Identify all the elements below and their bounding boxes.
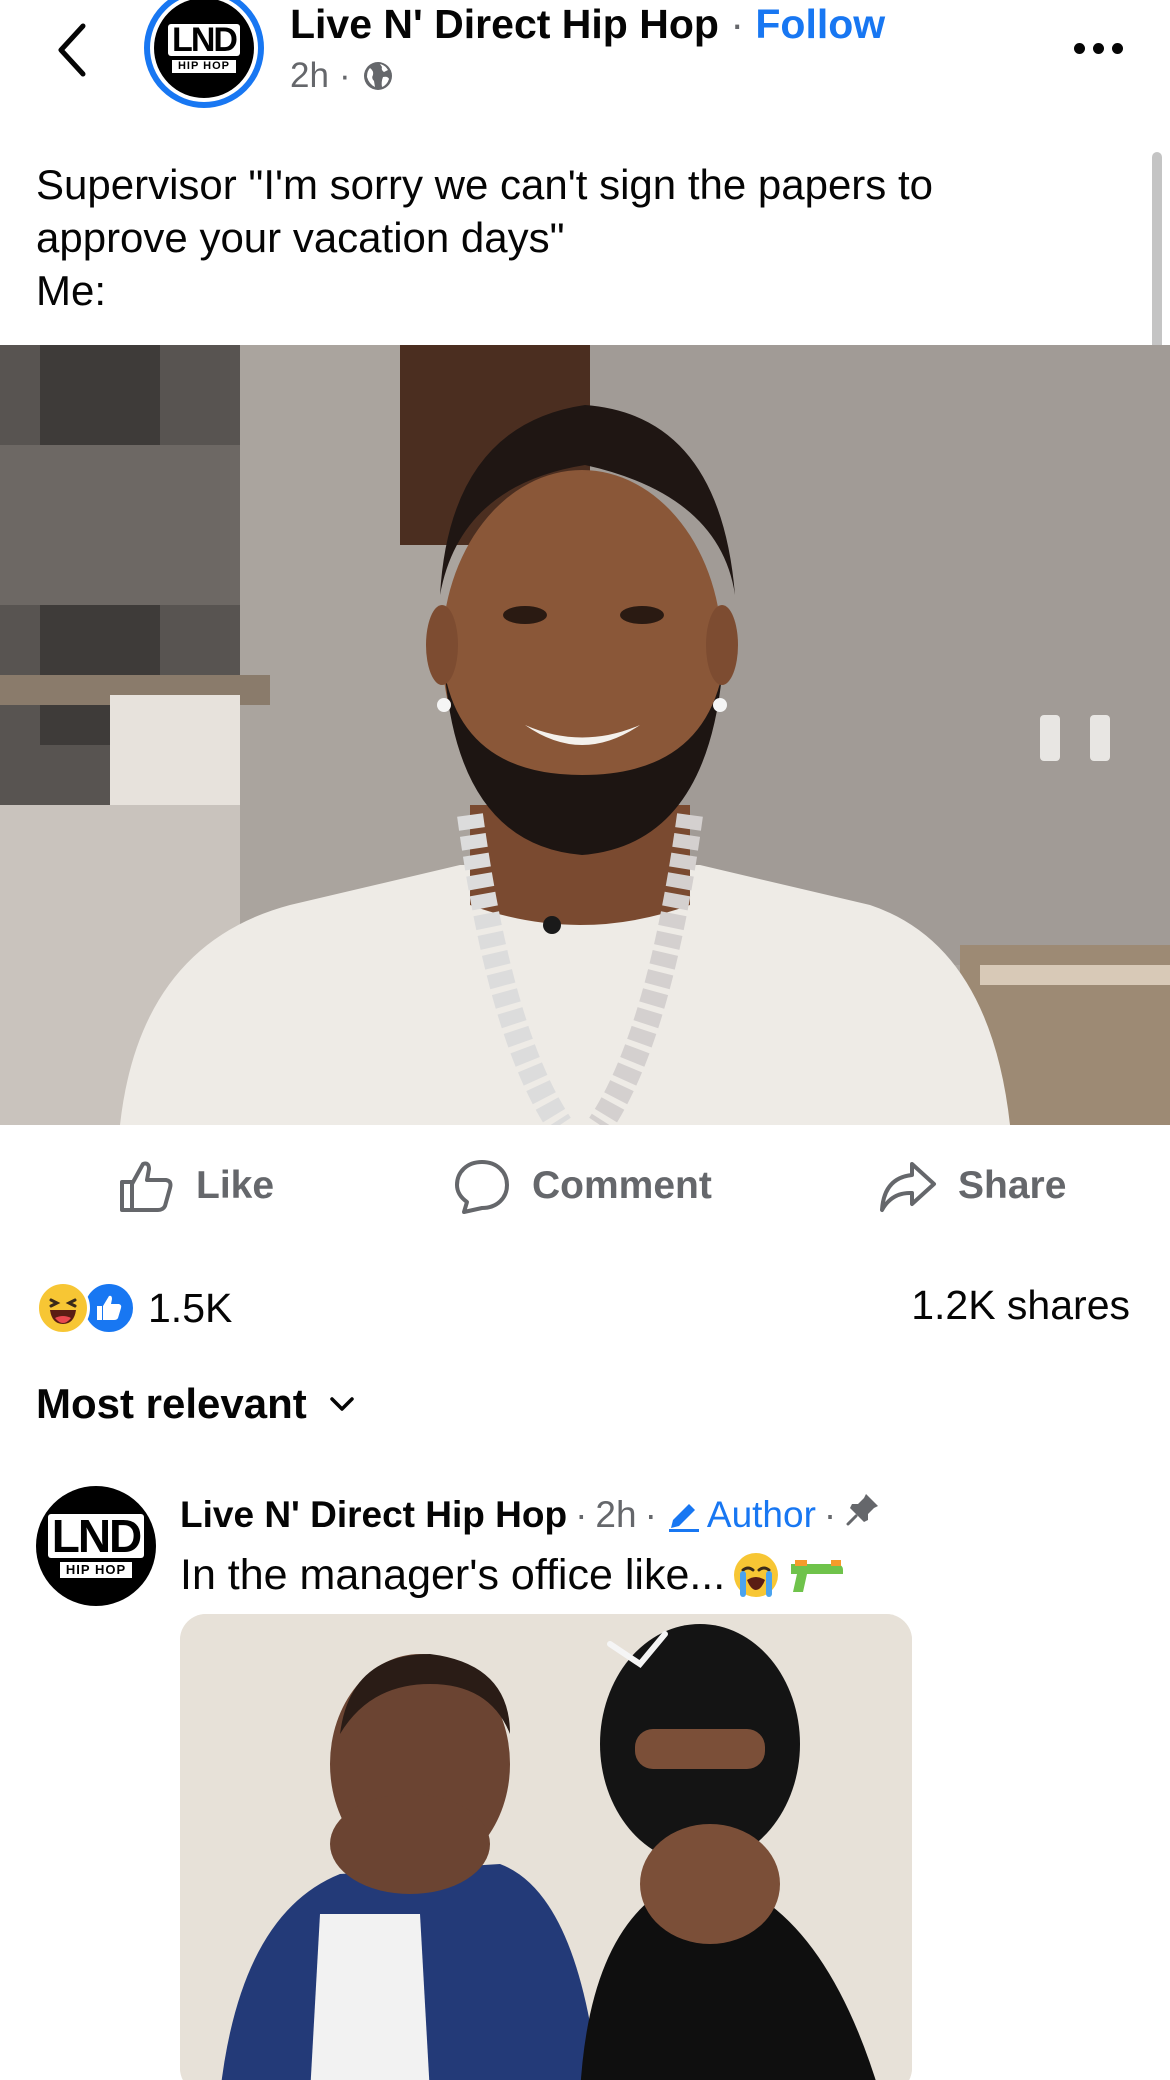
comment-photo-illustration xyxy=(180,1614,912,2080)
comment-text-row: In the manager's office like... xyxy=(180,1550,847,1600)
share-count[interactable]: 1.2K shares xyxy=(911,1282,1130,1329)
share-label: Share xyxy=(958,1164,1067,1207)
like-label: Like xyxy=(196,1164,275,1207)
post-meta: 2h · xyxy=(290,56,395,96)
share-button[interactable]: Share xyxy=(878,1150,1066,1222)
comment-separator: · xyxy=(575,1493,588,1535)
logo-subtext: HIP HOP xyxy=(171,59,237,73)
comment-sort-dropdown[interactable]: Most relevant xyxy=(36,1380,357,1428)
crying-face-emoji xyxy=(734,1553,779,1597)
post-actions: Like Comment Share xyxy=(0,1150,1170,1222)
author-badge: Author xyxy=(665,1492,816,1538)
post-caption: Supervisor "I'm sorry we can't sign the … xyxy=(36,158,1116,317)
page-name[interactable]: Live N' Direct Hip Hop xyxy=(290,1,719,47)
post-header: LND HIP HOP Live N' Direct Hip Hop · Fol… xyxy=(0,0,1170,120)
comment-time: 2h xyxy=(595,1493,637,1535)
comment-label: Comment xyxy=(532,1164,712,1207)
reaction-count: 1.5K xyxy=(148,1284,233,1331)
water-pistol-emoji xyxy=(791,1560,844,1592)
comment-separator: · xyxy=(823,1493,837,1535)
globe-icon xyxy=(363,62,392,90)
comment-bubble-icon xyxy=(455,1160,509,1214)
back-button[interactable] xyxy=(48,14,96,86)
thumbs-up-icon xyxy=(120,1161,173,1212)
like-reaction-icon xyxy=(82,1281,136,1335)
chevron-left-icon xyxy=(58,23,86,77)
post-photo[interactable] xyxy=(0,345,1170,1125)
pin-icon xyxy=(844,1490,882,1539)
page-logo: LND HIP HOP xyxy=(154,0,254,98)
follow-button[interactable]: Follow xyxy=(755,1,885,47)
logo-subtext: HIP HOP xyxy=(59,1562,133,1578)
page-title-row: Live N' Direct Hip Hop · Follow xyxy=(290,2,885,46)
logo-text: LND xyxy=(47,1513,145,1559)
caption-line: Supervisor "I'm sorry we can't sign the … xyxy=(36,161,933,208)
comment-author[interactable]: Live N' Direct Hip Hop xyxy=(180,1492,567,1538)
share-arrow-icon xyxy=(880,1162,936,1212)
more-dots-icon xyxy=(1073,42,1085,54)
comment-header: Live N' Direct Hip Hop · 2h · Author · xyxy=(180,1490,882,1539)
sort-label: Most relevant xyxy=(36,1380,307,1427)
pencil-icon xyxy=(668,1503,699,1532)
meta-separator: · xyxy=(338,56,351,95)
post-time[interactable]: 2h xyxy=(290,56,329,96)
comment-avatar[interactable]: LND HIP HOP xyxy=(36,1486,156,1606)
like-button[interactable]: Like xyxy=(116,1150,274,1222)
author-badge-label: Author xyxy=(706,1493,816,1535)
comment-photo[interactable] xyxy=(180,1614,912,2080)
comment-text: In the manager's office like... xyxy=(180,1550,726,1599)
post-photo-illustration xyxy=(0,345,1170,1125)
haha-icon xyxy=(36,1281,90,1335)
more-options-button[interactable] xyxy=(1068,28,1128,68)
caption-line: Me: xyxy=(36,267,107,314)
chevron-down-icon xyxy=(330,1397,354,1411)
reaction-summary[interactable]: 1.5K xyxy=(36,1280,232,1336)
page-avatar[interactable]: LND HIP HOP xyxy=(144,0,264,108)
title-separator: · xyxy=(730,1,744,47)
caption-line: approve your vacation days" xyxy=(36,214,565,261)
logo-text: LND xyxy=(168,23,240,57)
comment-separator: · xyxy=(644,1493,657,1535)
comment-button[interactable]: Comment xyxy=(452,1150,712,1222)
